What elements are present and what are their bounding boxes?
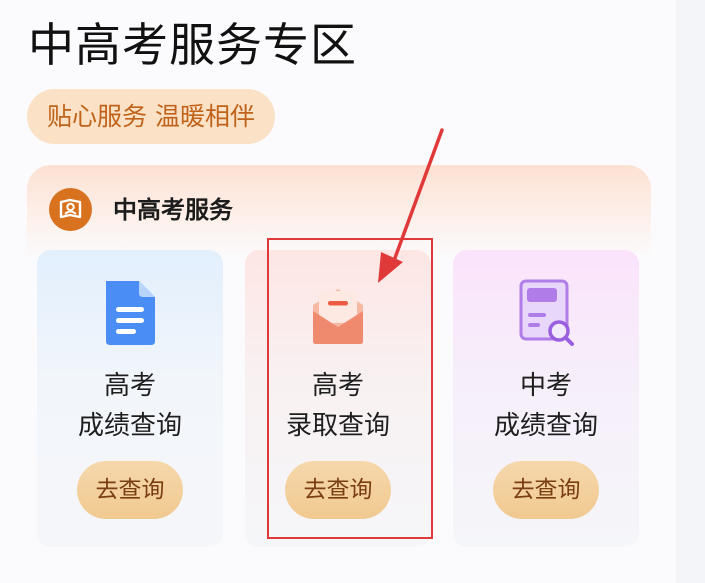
tile-label-line2: 成绩查询 bbox=[493, 411, 598, 441]
certificate-icon bbox=[49, 188, 92, 231]
query-button[interactable]: 去查询 bbox=[77, 461, 183, 519]
section-title: 中高考服务 bbox=[113, 196, 233, 224]
tile-label-line1: 中考 bbox=[519, 371, 572, 401]
tile-label-line2: 成绩查询 bbox=[77, 411, 182, 441]
highlight-box bbox=[267, 238, 433, 539]
page-title: 中高考服务专区 bbox=[28, 18, 357, 72]
query-button[interactable]: 去查询 bbox=[493, 461, 599, 519]
tile-zhongkao-score[interactable]: 中考 成绩查询 去查询 bbox=[453, 250, 639, 547]
tile-label-line1: 高考 bbox=[103, 371, 156, 401]
slogan-badge: 贴心服务 温暖相伴 bbox=[27, 89, 275, 144]
tile-gaokao-score[interactable]: 高考 成绩查询 去查询 bbox=[37, 250, 223, 547]
document-icon bbox=[95, 275, 165, 351]
exam-search-icon bbox=[511, 275, 581, 351]
